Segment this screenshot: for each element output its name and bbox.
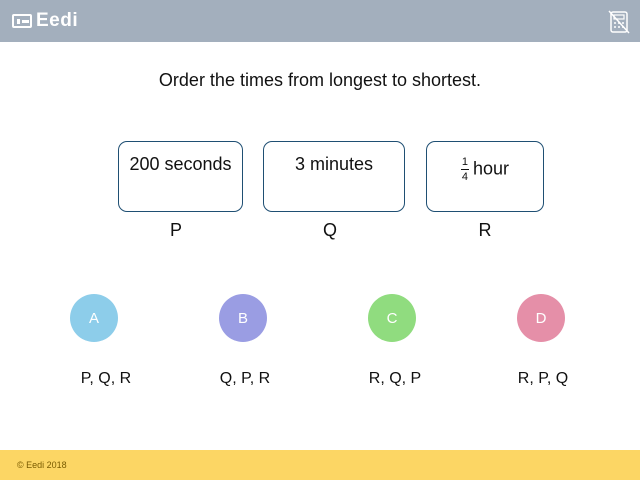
question-text: Order the times from longest to shortest…: [158, 70, 482, 90]
option-c-button[interactable]: C: [368, 294, 416, 342]
time-card-p: 200 seconds: [118, 141, 243, 212]
option-d-answer[interactable]: R, P, Q: [483, 370, 603, 388]
card-q-text: 3 minutes: [294, 154, 374, 174]
option-a-answer[interactable]: P, Q, R: [46, 370, 166, 388]
option-b-answer[interactable]: Q, P, R: [185, 370, 305, 388]
copyright-text: © Eedi 2018: [17, 460, 67, 470]
footer-bar: [0, 450, 640, 480]
logo-text: Eedi: [36, 10, 79, 31]
card-r-content: 1 4 hour: [427, 156, 543, 183]
top-bar: Eedi: [0, 0, 640, 42]
card-p-text: 200 seconds: [129, 154, 232, 174]
card-label-p: P: [169, 220, 182, 240]
fraction-denominator: 4: [461, 171, 469, 183]
eedi-logo-icon: [12, 14, 32, 28]
option-b-button[interactable]: B: [219, 294, 267, 342]
fraction-one-quarter: 1 4: [460, 156, 469, 183]
option-a-button[interactable]: A: [70, 294, 118, 342]
card-label-q: Q: [322, 220, 337, 240]
fraction-bar: [460, 169, 469, 170]
option-d-button[interactable]: D: [517, 294, 565, 342]
eedi-logo[interactable]: Eedi: [12, 10, 79, 31]
time-card-r: 1 4 hour: [426, 141, 544, 212]
option-c-answer[interactable]: R, Q, P: [335, 370, 455, 388]
card-label-r: R: [478, 220, 492, 240]
card-r-text: hour: [472, 158, 510, 179]
calculator-disabled-icon[interactable]: [608, 10, 630, 34]
time-card-q: 3 minutes: [263, 141, 405, 212]
fraction-numerator: 1: [461, 156, 469, 168]
